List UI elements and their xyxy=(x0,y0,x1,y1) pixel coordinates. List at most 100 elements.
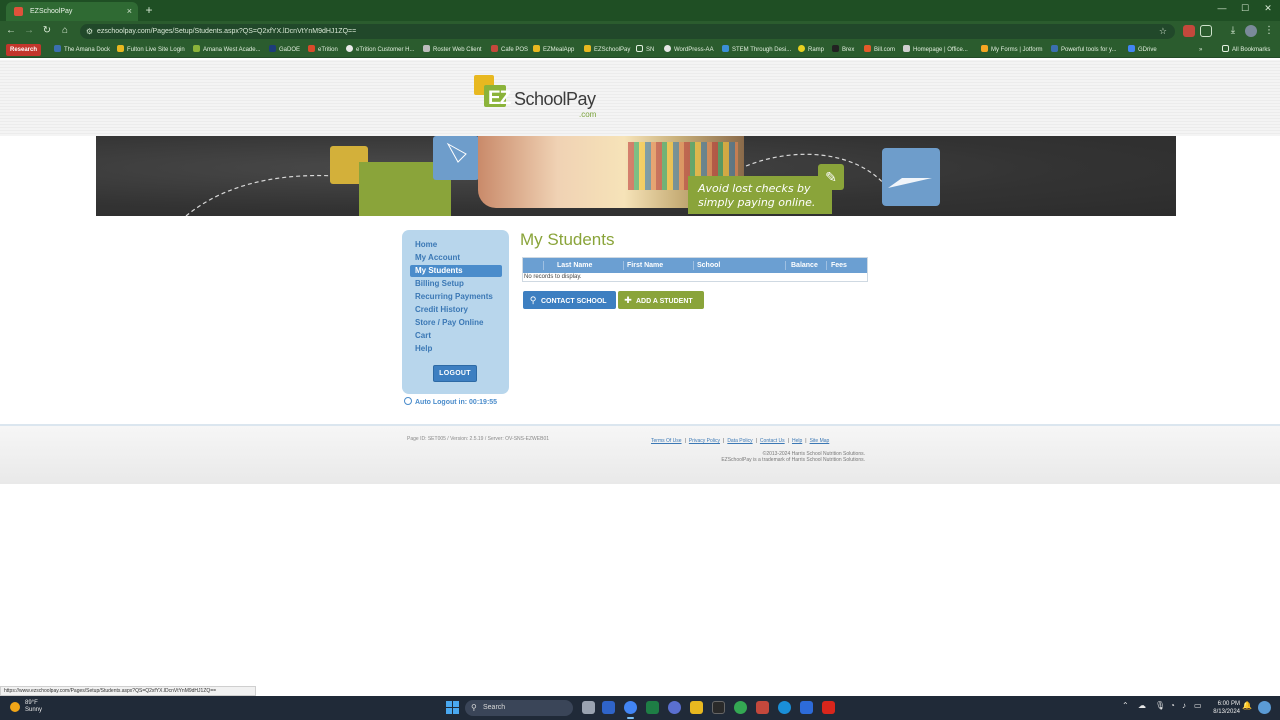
chrome-icon[interactable] xyxy=(624,701,637,719)
search-icon: ⚲ xyxy=(471,703,477,712)
minimize-icon[interactable]: — xyxy=(1215,3,1229,13)
footer-link-privacy[interactable]: Privacy Policy xyxy=(689,438,720,444)
footer-separator: | xyxy=(787,438,789,444)
sidebar-item-my-account[interactable]: My Account xyxy=(410,252,502,264)
logout-button[interactable]: LOGOUT xyxy=(433,365,477,382)
extensions-puzzle-icon[interactable] xyxy=(1200,25,1212,37)
bookmark-item[interactable]: eTrition Customer H... xyxy=(346,42,414,58)
bookmark-item[interactable]: Bill.com xyxy=(864,42,895,58)
bookmark-item[interactable]: GDrive xyxy=(1128,42,1157,58)
column-school[interactable]: School xyxy=(697,258,720,273)
bookmark-item[interactable]: Ramp xyxy=(798,42,824,58)
sidebar-item-cart[interactable]: Cart xyxy=(410,330,502,342)
bookmark-label: Brex xyxy=(842,47,855,53)
column-fees[interactable]: Fees xyxy=(831,258,847,273)
settings-icon[interactable] xyxy=(712,701,725,714)
onedrive-icon[interactable]: ☁ xyxy=(1138,701,1146,710)
contact-school-button[interactable]: ⚲ CONTACT SCHOOL xyxy=(523,291,616,309)
bookmark-item[interactable]: Amana West Acade... xyxy=(193,42,261,58)
footer-link-contact[interactable]: Contact Us xyxy=(760,438,785,444)
bookmark-item[interactable]: Powerful tools for y... xyxy=(1051,42,1117,58)
copilot-icon[interactable] xyxy=(1258,701,1271,714)
task-view-icon[interactable] xyxy=(582,701,595,714)
weather-widget[interactable]: 89°F Sunny xyxy=(10,700,42,714)
table-header: Last Name First Name School Balance Fees xyxy=(523,258,867,273)
page-header xyxy=(0,60,1280,136)
sidebar-item-help[interactable]: Help xyxy=(410,343,502,355)
bookmark-item[interactable]: eTrition xyxy=(308,42,338,58)
edge-icon[interactable] xyxy=(778,701,791,714)
more-bookmarks-icon[interactable]: » xyxy=(1199,42,1202,58)
tab-close-icon[interactable]: × xyxy=(127,2,132,21)
footer-link-site-map[interactable]: Site Map xyxy=(810,438,830,444)
bookmark-item[interactable]: EZSchoolPay xyxy=(584,42,630,58)
home-icon[interactable]: ⌂ xyxy=(58,24,72,38)
windows-start-icon[interactable] xyxy=(446,701,459,714)
bookmark-item[interactable]: Cafe POS xyxy=(491,42,528,58)
ezschoolpay-logo[interactable]: EZ SchoolPay .com xyxy=(472,75,612,123)
column-balance[interactable]: Balance xyxy=(791,258,818,273)
bookmark-item[interactable]: WordPress-AA xyxy=(664,42,714,58)
chrome-profile-icon[interactable] xyxy=(734,701,747,714)
bookmark-item[interactable]: EZMealApp xyxy=(533,42,574,58)
bookmark-label: Ramp xyxy=(808,47,825,53)
sidebar-item-my-students[interactable]: My Students xyxy=(410,265,502,277)
logo-wordmark: SchoolPay xyxy=(514,89,596,109)
browser-tab[interactable]: EZSchoolPay × xyxy=(6,2,138,21)
bookmark-item[interactable]: My Forms | Jotform xyxy=(981,42,1043,58)
tray-chevron-icon[interactable]: ⌃ xyxy=(1122,701,1129,710)
extension-icon[interactable] xyxy=(1183,25,1195,37)
column-first-name[interactable]: First Name xyxy=(627,258,663,273)
column-last-name[interactable]: Last Name xyxy=(557,258,592,273)
sidebar-item-home[interactable]: Home xyxy=(410,239,502,251)
taskbar-clock[interactable]: 6:00 PM 8/13/2024 xyxy=(1206,700,1240,716)
bookmark-research[interactable]: Research xyxy=(6,44,42,56)
bookmark-item[interactable]: Brex xyxy=(832,42,854,58)
notification-bell-icon[interactable]: 🔔 xyxy=(1242,701,1252,710)
taskbar-search[interactable]: ⚲ Search xyxy=(465,700,573,716)
browser-menu-icon[interactable]: ⋮ xyxy=(1262,24,1276,38)
search-icon: ⚲ xyxy=(529,295,537,305)
bookmark-item[interactable]: Fulton Live Site Login xyxy=(117,42,185,58)
site-info-icon[interactable]: ⚙ xyxy=(84,26,95,37)
maximize-icon[interactable]: ☐ xyxy=(1238,3,1252,14)
file-explorer-icon[interactable] xyxy=(690,701,703,714)
bookmark-item[interactable]: Roster Web Client xyxy=(423,42,482,58)
forward-icon[interactable]: → xyxy=(22,24,36,38)
back-icon[interactable]: ← xyxy=(4,24,18,38)
page-id-text: Page ID: SET005 / Version: 2.5.19 / Serv… xyxy=(407,436,550,442)
sidebar-item-billing-setup[interactable]: Billing Setup xyxy=(410,278,502,290)
footer-separator: | xyxy=(755,438,757,444)
footer-link-terms[interactable]: Terms Of Use xyxy=(651,438,682,444)
bookmark-item[interactable]: Homepage | Office... xyxy=(903,42,968,58)
footer-link-help[interactable]: Help xyxy=(792,438,802,444)
sidebar-item-credit-history[interactable]: Credit History xyxy=(410,304,502,316)
download-icon[interactable]: ⤓ xyxy=(1226,24,1240,38)
excel-icon[interactable] xyxy=(646,701,659,714)
battery-icon[interactable]: ▭ xyxy=(1194,701,1202,710)
reload-icon[interactable]: ↻ xyxy=(40,24,54,38)
powerpoint-icon[interactable] xyxy=(756,701,769,714)
bookmark-item[interactable]: GaDOE xyxy=(269,42,300,58)
all-bookmarks-folder[interactable]: All Bookmarks xyxy=(1222,42,1270,58)
profile-avatar-icon[interactable] xyxy=(1245,25,1257,37)
address-bar[interactable]: ⚙ ezschoolpay.com/Pages/Setup/Students.a… xyxy=(80,24,1175,39)
add-student-button[interactable]: ✚ ADD A STUDENT xyxy=(618,291,704,309)
acrobat-icon[interactable] xyxy=(822,701,835,714)
bookmark-item[interactable]: The Amana Dock xyxy=(54,42,110,58)
wifi-icon[interactable]: ◔ xyxy=(1170,701,1175,710)
new-tab-button[interactable]: + xyxy=(142,3,156,17)
footer-link-data-policy[interactable]: Data Policy xyxy=(727,438,752,444)
sidebar-item-recurring-payments[interactable]: Recurring Payments xyxy=(410,291,502,303)
bookmark-star-icon[interactable]: ☆ xyxy=(1159,24,1167,39)
microphone-icon[interactable]: 🎙 xyxy=(1155,701,1165,710)
bookmark-folder[interactable]: SN xyxy=(636,42,654,58)
bookmark-item[interactable]: STEM Through Desi... xyxy=(722,42,791,58)
close-window-icon[interactable]: ✕ xyxy=(1261,3,1275,14)
outlook-icon[interactable] xyxy=(602,701,615,714)
media-player-icon[interactable] xyxy=(668,701,681,714)
zoom-icon[interactable] xyxy=(800,701,813,714)
volume-icon[interactable]: ♪ xyxy=(1182,701,1186,710)
sidebar-item-store-pay-online[interactable]: Store / Pay Online xyxy=(410,317,502,329)
bookmark-label: SN xyxy=(646,47,655,53)
